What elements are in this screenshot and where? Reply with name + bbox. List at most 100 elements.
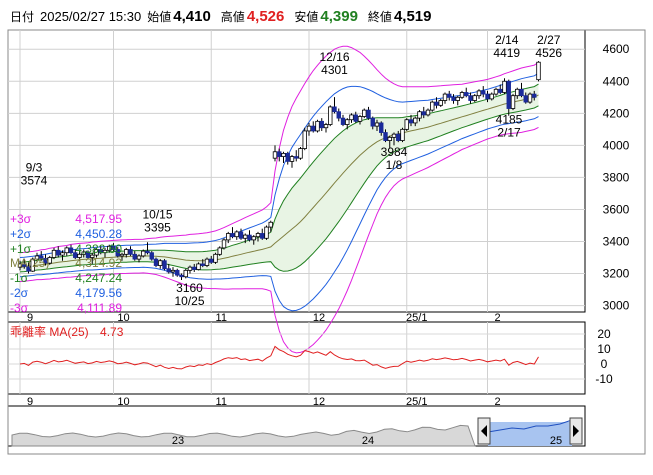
candle-body bbox=[170, 269, 176, 273]
price-tick-label: 3000 bbox=[603, 299, 630, 313]
candle-body bbox=[408, 119, 414, 124]
candle-body bbox=[192, 266, 197, 270]
annotation-line: 2/17 bbox=[497, 126, 521, 140]
osc-time-tick-label: 10 bbox=[117, 396, 129, 408]
candle-body bbox=[298, 148, 303, 159]
price-tick-label: 3800 bbox=[603, 170, 630, 184]
legend-row: +1σ 4,382.60 bbox=[10, 242, 122, 257]
annotation-label: 2/14 4419 bbox=[493, 33, 520, 60]
candle-body bbox=[345, 119, 350, 125]
candle-body bbox=[391, 133, 397, 138]
candle-body bbox=[434, 101, 439, 106]
candle-body bbox=[442, 93, 448, 101]
legend-row: +2σ 4,450.28 bbox=[10, 227, 122, 242]
candle-body bbox=[455, 96, 460, 101]
osc-time-tick-label: 9 bbox=[27, 396, 33, 408]
candle-body bbox=[128, 249, 133, 255]
oscillator-value: 4.73 bbox=[100, 325, 124, 339]
candle-body bbox=[447, 93, 452, 98]
candle-body bbox=[319, 120, 324, 129]
annotation-line: 1/8 bbox=[386, 158, 403, 172]
osc-tick-label: -10 bbox=[595, 372, 613, 386]
close-label: 終値 bbox=[367, 10, 392, 24]
candle-body bbox=[226, 233, 231, 241]
candle-body bbox=[213, 253, 218, 263]
candle-body bbox=[425, 109, 431, 116]
candle-body bbox=[124, 249, 129, 255]
candle-body bbox=[374, 122, 380, 127]
annotation-line: 4301 bbox=[321, 63, 348, 77]
candle-body bbox=[451, 96, 456, 101]
legend-key: -2σ bbox=[10, 285, 29, 300]
candle-body bbox=[396, 133, 401, 141]
candle-body bbox=[349, 114, 354, 121]
price-tick-label: 3200 bbox=[603, 267, 630, 281]
candle-body bbox=[196, 263, 201, 270]
legend-key: +1σ bbox=[10, 241, 32, 256]
legend-key: +3σ bbox=[10, 212, 32, 226]
annotation-line: 4185 bbox=[496, 113, 523, 127]
candle-body bbox=[472, 95, 477, 101]
annotation-line: 2/27 bbox=[537, 33, 561, 47]
candle-body bbox=[498, 88, 503, 93]
candle-body bbox=[519, 88, 524, 97]
candle-body bbox=[183, 269, 188, 278]
candle-body bbox=[132, 253, 137, 260]
candle-body bbox=[209, 258, 214, 263]
candle-body bbox=[281, 152, 286, 157]
candle-body bbox=[230, 233, 235, 238]
osc-time-tick-label: 11 bbox=[216, 396, 227, 408]
candle-body bbox=[489, 93, 494, 100]
legend-value: 4,517.95 bbox=[75, 212, 122, 226]
candle-body bbox=[366, 109, 371, 119]
date-label: 日付 bbox=[10, 10, 35, 24]
price-tick-label: 4400 bbox=[603, 74, 630, 88]
legend-value: 4,247.24 bbox=[75, 271, 122, 286]
oscillator-label: 乖離率 MA(25) 4.73 bbox=[10, 323, 123, 340]
candle-body bbox=[459, 92, 465, 98]
legend-row: +3σ 4,517.95 bbox=[10, 212, 122, 227]
date-value: 2025/02/27 15:30 bbox=[40, 9, 142, 24]
candle-body bbox=[272, 151, 278, 159]
candle-body bbox=[493, 88, 499, 95]
candle-body bbox=[234, 231, 239, 238]
annotation-line: 10/25 bbox=[174, 294, 204, 308]
candle-body bbox=[294, 156, 299, 159]
candle-body bbox=[404, 119, 409, 130]
legend-value: 4,179.56 bbox=[75, 285, 122, 300]
candle-body bbox=[166, 268, 171, 273]
candle-body bbox=[417, 111, 422, 119]
candle-body bbox=[306, 125, 312, 132]
candle-body bbox=[379, 122, 384, 133]
low-value: 4,399 bbox=[320, 8, 358, 25]
legend-row: -1σ 4,247.24 bbox=[10, 271, 122, 286]
navigator-year-label: 25 bbox=[550, 435, 562, 447]
candle-body bbox=[264, 226, 269, 239]
close-value: 4,519 bbox=[393, 8, 432, 25]
open-label: 始値 bbox=[147, 10, 172, 24]
time-tick-label: 11 bbox=[216, 312, 227, 324]
osc-tick-label: 0 bbox=[601, 357, 608, 371]
candle-body bbox=[268, 221, 273, 228]
annotation-line: 4419 bbox=[493, 46, 520, 60]
candle-body bbox=[485, 93, 490, 100]
legend-value: 4,111.89 bbox=[77, 300, 122, 315]
candle-body bbox=[141, 250, 146, 257]
candle-body bbox=[153, 258, 159, 266]
chart-window: 9/3 3574 10/15 3395 3160 10/25 12/16 4301 3984 1/… bbox=[0, 0, 653, 470]
annotation-line: 12/16 bbox=[319, 50, 349, 64]
legend-row: -2σ 4,179.56 bbox=[10, 286, 122, 301]
navigator-year-label: 23 bbox=[172, 435, 184, 447]
annotation-label: 3160 10/25 bbox=[174, 281, 204, 308]
candle-body bbox=[523, 95, 528, 103]
candle-body bbox=[158, 260, 163, 266]
candle-body bbox=[476, 90, 482, 97]
candle-body bbox=[510, 95, 516, 109]
candle-body bbox=[302, 130, 307, 149]
candle-body bbox=[421, 111, 426, 116]
osc-tick-label: 10 bbox=[597, 342, 611, 356]
annotation-line: 3984 bbox=[381, 145, 408, 159]
candle-body bbox=[187, 266, 193, 271]
price-tick-label: 4600 bbox=[603, 42, 630, 56]
candle-body bbox=[400, 128, 405, 141]
